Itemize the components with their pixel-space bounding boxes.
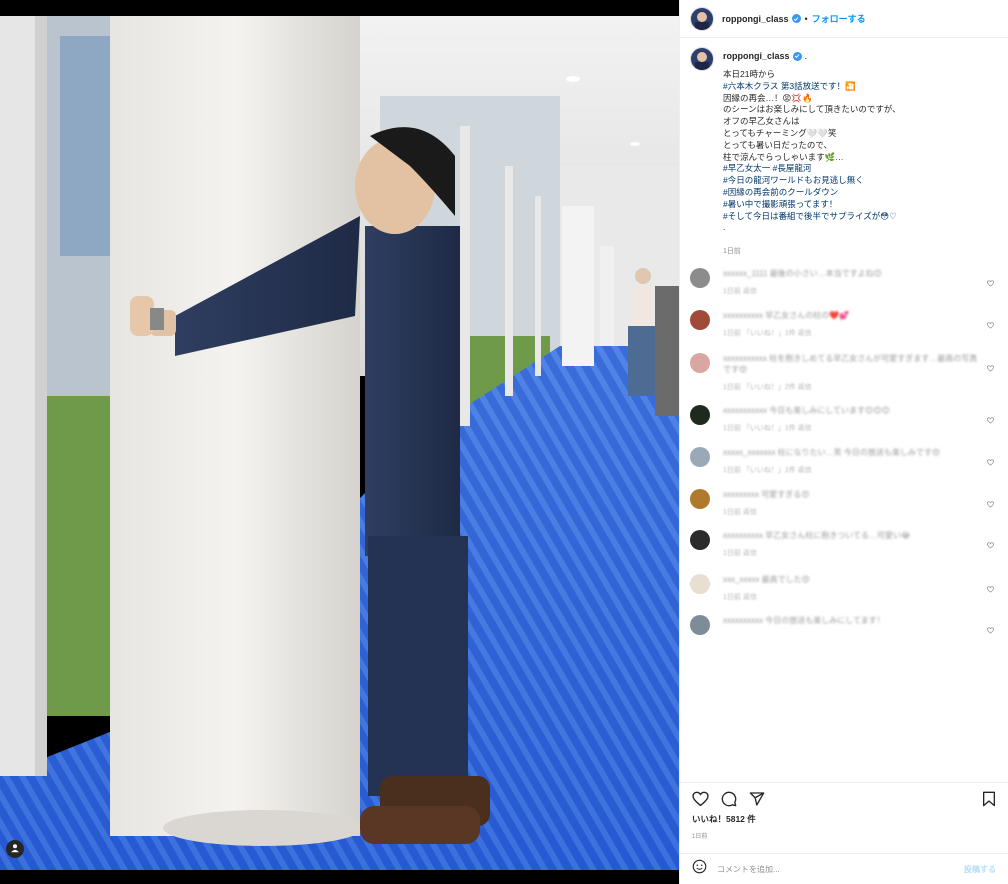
- emoji-icon[interactable]: [692, 859, 707, 879]
- comment-like-heart-icon[interactable]: [987, 274, 994, 287]
- caption-text: 本日21時から #六本木クラス 第3話放送です！🎦 因縁の再会…！😡💢🔥 のシーンは…: [723, 69, 901, 234]
- comment-text: xxx_xxxxx 最高でした😍: [723, 575, 811, 585]
- comments-scroll-area[interactable]: roppongi_class . 本日21時から #六本木クラス 第3話放送です！…: [680, 39, 1008, 771]
- comment-avatar[interactable]: [690, 310, 710, 331]
- caption-line: とっても暑い日だったので、: [723, 139, 833, 150]
- comment-box: 投稿する: [680, 853, 1008, 884]
- caption-hashtag-line[interactable]: #六本木クラス 第3話放送です！🎦: [723, 81, 901, 93]
- caption-hashtag-line[interactable]: #今日の龍河ワールドもお見逃し無く: [723, 175, 901, 187]
- caption-line: 柱で涼んでらっしゃいます🌿…: [723, 151, 844, 162]
- caption-line: .: [723, 222, 726, 233]
- caption-line: 因縁の再会…！😡💢🔥: [723, 92, 813, 103]
- comment-item: xxxxxxxxxxx 今日も楽しみにしています😊😊😊 1日前 「いいね！」1件 …: [690, 405, 996, 433]
- comment-text: xxxxxx_1111 最後の小さい…本当ですよね😊: [723, 269, 883, 279]
- post-photo-pane: [0, 0, 679, 884]
- caption-hashtag-line[interactable]: #早乙女太一 #長屋龍河: [723, 163, 901, 175]
- caption-hashtag-line[interactable]: #そして今日は番組で後半でサプライズが😳♡: [723, 211, 901, 223]
- comment-like-heart-icon[interactable]: [987, 495, 994, 508]
- caption-hashtag-line[interactable]: #因縁の再会前のクールダウン: [723, 187, 901, 199]
- comment-like-heart-icon[interactable]: [987, 359, 994, 372]
- follow-button[interactable]: フォローする: [812, 12, 866, 25]
- comment-avatar[interactable]: [690, 574, 710, 595]
- verified-icon: [791, 14, 801, 23]
- post-sidebar: roppongi_class • フォローする roppongi_class .…: [679, 0, 1008, 884]
- comment-item: xxx_xxxxx 最高でした😍 1日前 返信: [690, 574, 996, 602]
- caption-line: とってもチャーミング🤍🤍笑: [723, 127, 837, 138]
- comment-item: xxxxxx_1111 最後の小さい…本当ですよね😊 1日前 返信: [690, 268, 996, 296]
- post-timestamp: 1日前: [692, 834, 708, 840]
- comment-meta[interactable]: 1日前 「いいね！」1件 返信: [723, 328, 981, 338]
- comment-input[interactable]: [717, 864, 947, 874]
- verified-icon: [792, 51, 802, 61]
- comment-item: xxxxxxxxxx 早乙女さんの柱の❤️💕 1日前 「いいね！」1件 返信: [690, 310, 996, 338]
- comment-like-heart-icon[interactable]: [987, 453, 994, 466]
- comment-like-heart-icon[interactable]: [987, 536, 994, 549]
- comment-meta[interactable]: 1日前 返信: [723, 592, 981, 602]
- comment-item: xxxxx_xxxxxxx 柱になりたい…笑 今日の放送も楽しみです😍 1日前 「…: [690, 447, 996, 475]
- comment-text: xxxxxxxxxxx 今日も楽しみにしています😊😊😊: [723, 406, 891, 416]
- comment-text: xxxxxxxxx 可愛すぎる😍: [723, 490, 810, 500]
- user-tag-icon: [10, 840, 20, 858]
- comment-item: xxxxxxxxxxx 柱を抱きしめてる早乙女さんが可愛すぎます…最高の写真です…: [690, 353, 996, 392]
- comment-item: xxxxxxxxxx 早乙女さん柱に抱きついてる…可愛い😂 1日前 返信: [690, 530, 996, 558]
- post-photo[interactable]: [0, 16, 679, 870]
- comment-list: xxxxxx_1111 最後の小さい…本当ですよね😊 1日前 返信 xxxxxxxx…: [690, 268, 996, 636]
- comment-avatar[interactable]: [690, 353, 710, 374]
- comment-item: xxxxxxxxx 可愛すぎる😍 1日前 返信: [690, 489, 996, 517]
- comment-item: xxxxxxxxxx 今日の放送も楽しみにしてます！: [690, 615, 996, 636]
- comment-like-heart-icon[interactable]: [987, 580, 994, 593]
- comment-avatar[interactable]: [690, 615, 710, 636]
- comment-avatar[interactable]: [690, 489, 710, 510]
- comment-text: xxxxxxxxxx 早乙女さんの柱の❤️💕: [723, 311, 850, 321]
- action-bar: [680, 782, 1008, 814]
- separator-dot: •: [804, 13, 808, 24]
- caption-hashtag-line[interactable]: #暑い中で撮影頑張ってます！: [723, 199, 901, 211]
- post-modal: roppongi_class • フォローする roppongi_class .…: [0, 0, 1008, 884]
- comment-avatar[interactable]: [690, 268, 710, 289]
- like-count[interactable]: いいね！5812 件: [692, 813, 756, 825]
- comment-avatar[interactable]: [690, 447, 710, 468]
- comment-icon[interactable]: [721, 791, 737, 807]
- caption-line: 本日21時から: [723, 69, 775, 79]
- post-comment-button[interactable]: 投稿する: [964, 864, 996, 875]
- caption: roppongi_class . 本日21時から #六本木クラス 第3話放送です！…: [690, 47, 996, 256]
- share-icon[interactable]: [749, 791, 765, 807]
- comment-meta[interactable]: 1日前 「いいね！」1件 返信: [723, 465, 981, 475]
- header-username[interactable]: roppongi_class: [722, 14, 789, 24]
- comment-text: xxxxxxxxxxx 柱を抱きしめてる早乙女さんが可愛すぎます…最高の写真です…: [723, 354, 978, 375]
- comment-meta[interactable]: 1日前 「いいね！」2件 返信: [723, 382, 981, 392]
- user-tag-button[interactable]: [6, 840, 24, 858]
- post-header: roppongi_class • フォローする: [680, 0, 1008, 38]
- comment-text: xxxxx_xxxxxxx 柱になりたい…笑 今日の放送も楽しみです😍: [723, 448, 941, 458]
- caption-time: 1日前: [723, 248, 741, 256]
- comment-like-heart-icon[interactable]: [987, 621, 994, 634]
- comment-meta[interactable]: 1日前 返信: [723, 286, 981, 296]
- caption-line: のシーンはお楽しみにして頂きたいのですが、: [723, 104, 901, 115]
- heart-icon[interactable]: [692, 791, 709, 807]
- comment-meta[interactable]: 1日前 返信: [723, 507, 981, 517]
- comment-avatar[interactable]: [690, 405, 710, 426]
- caption-suffix: .: [804, 51, 808, 61]
- comment-meta[interactable]: 1日前 「いいね！」1件 返信: [723, 423, 981, 433]
- comment-meta[interactable]: 1日前 返信: [723, 548, 981, 558]
- comment-text: xxxxxxxxxx 早乙女さん柱に抱きついてる…可愛い😂: [723, 531, 911, 541]
- comment-like-heart-icon[interactable]: [987, 411, 994, 424]
- caption-avatar[interactable]: [690, 47, 714, 71]
- caption-line: オフの早乙女さんは: [723, 116, 800, 127]
- comment-avatar[interactable]: [690, 530, 710, 551]
- comment-like-heart-icon[interactable]: [987, 316, 994, 329]
- comment-text: xxxxxxxxxx 今日の放送も楽しみにしてます！: [723, 616, 885, 626]
- save-icon[interactable]: [982, 791, 996, 807]
- caption-username[interactable]: roppongi_class: [723, 51, 790, 61]
- header-avatar[interactable]: [690, 6, 714, 31]
